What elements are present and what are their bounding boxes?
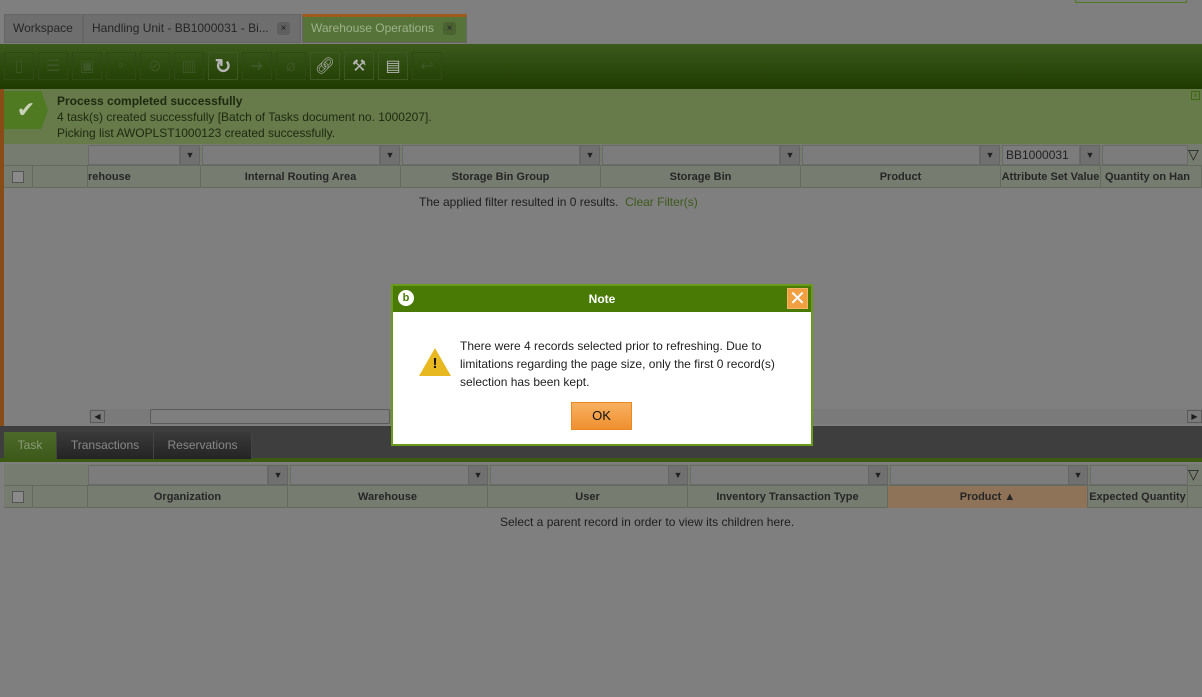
layout-icon[interactable]: ▤ <box>378 52 408 80</box>
funnel-icon[interactable]: ▽ <box>1188 146 1199 163</box>
filter-transaction-type[interactable] <box>690 465 870 485</box>
dialog-message: There were 4 records selected prior to r… <box>460 339 775 389</box>
tab-task[interactable]: Task <box>4 432 57 459</box>
attachment-icon[interactable]: ⌀ <box>276 52 306 80</box>
column-header[interactable]: Attribute Set Value <box>1001 166 1101 188</box>
tab-workspace[interactable]: Workspace <box>4 14 83 43</box>
column-header[interactable]: Storage Bin <box>601 166 801 188</box>
chevron-down-icon[interactable]: ▼ <box>780 145 800 165</box>
column-header[interactable]: Warehouse <box>288 486 488 508</box>
filter-product[interactable] <box>802 145 980 165</box>
filter-row: ▼ ▼ ▼ ▼ ▼ ▽ <box>4 464 1202 486</box>
chevron-down-icon[interactable]: ▼ <box>868 465 888 485</box>
funnel-icon[interactable]: ▽ <box>1188 466 1199 483</box>
chevron-down-icon[interactable]: ▼ <box>180 145 200 165</box>
filter-storage-bin[interactable] <box>602 145 780 165</box>
new-row-icon[interactable]: ☰ <box>38 52 68 80</box>
column-header[interactable]: Quantity on Han <box>1101 166 1202 188</box>
refresh-icon[interactable]: ↻ <box>208 52 238 80</box>
chevron-down-icon[interactable]: ▼ <box>468 465 488 485</box>
chevron-down-icon[interactable]: ▼ <box>1068 465 1088 485</box>
filter-storage-bin-group[interactable] <box>402 145 580 165</box>
toolbar: ▯ ☰ ▣ ▫ ⊘ ▥ ↻ ➜ ⌀ 🔗︎ ⚒ ▤ ↩ <box>0 44 1202 89</box>
tab-warehouse-operations[interactable]: Warehouse Operations × <box>302 14 467 43</box>
tab-label: Workspace <box>13 21 73 35</box>
filter-warehouse[interactable] <box>88 145 180 165</box>
close-dialog-button[interactable]: ✕ <box>787 288 808 309</box>
filter-attribute-set-value[interactable]: BB1000031 <box>1002 145 1080 165</box>
header-row: rehouse Internal Routing Area Storage Bi… <box>4 166 1202 188</box>
close-icon[interactable]: × <box>277 22 290 35</box>
column-header[interactable]: User <box>488 486 688 508</box>
header-spacer <box>33 166 88 188</box>
tab-label: Handling Unit - BB1000031 - Bi... <box>92 21 269 35</box>
message-line: Picking list AWOPLST1000123 created succ… <box>57 126 336 140</box>
scroll-left-icon[interactable]: ◀ <box>90 410 105 423</box>
scroll-thumb[interactable] <box>150 409 390 424</box>
column-header[interactable]: Product <box>801 166 1001 188</box>
export-icon[interactable]: ➜ <box>242 52 272 80</box>
filter-quantity[interactable] <box>1102 145 1188 165</box>
tab-handling-unit[interactable]: Handling Unit - BB1000031 - Bi... × <box>83 14 301 43</box>
empty-children-text: Select a parent record in order to view … <box>500 515 795 529</box>
note-dialog: b Note ✕ ! There were 4 records selected… <box>391 284 813 446</box>
select-all-checkbox[interactable] <box>12 171 24 183</box>
tools-icon[interactable]: ⚒ <box>344 52 374 80</box>
clear-filter-link[interactable]: Clear Filter(s) <box>625 195 698 209</box>
filter-warehouse[interactable] <box>290 465 470 485</box>
chevron-down-icon[interactable]: ▼ <box>1080 145 1100 165</box>
filter-row: ▼ ▼ ▼ ▼ ▼ BB1000031 ▼ ▽ <box>4 144 1202 166</box>
message-line: 4 task(s) created successfully [Batch of… <box>57 110 432 124</box>
column-header[interactable]: Inventory Transaction Type <box>688 486 888 508</box>
filter-internal-routing-area[interactable] <box>202 145 380 165</box>
empty-result: The applied filter resulted in 0 results… <box>419 195 698 209</box>
cancel-icon[interactable]: ⊘ <box>140 52 170 80</box>
column-header[interactable]: Internal Routing Area <box>201 166 401 188</box>
new-document-icon[interactable]: ▯ <box>4 52 34 80</box>
column-header[interactable]: Storage Bin Group <box>401 166 601 188</box>
ok-button[interactable]: OK <box>571 402 632 430</box>
check-icon: ✔ <box>4 91 48 129</box>
trash-icon[interactable]: ▥ <box>174 52 204 80</box>
chevron-down-icon[interactable]: ▼ <box>668 465 688 485</box>
message-title: Process completed successfully <box>57 94 243 108</box>
chevron-down-icon[interactable]: ▼ <box>580 145 600 165</box>
header-row: Organization Warehouse User Inventory Tr… <box>4 486 1202 508</box>
filter-expected-quantity[interactable] <box>1090 465 1188 485</box>
filter-product[interactable] <box>890 465 1070 485</box>
filter-user[interactable] <box>490 465 670 485</box>
column-header[interactable]: Expected Quantity <box>1088 486 1188 508</box>
tab-reservations[interactable]: Reservations <box>154 432 252 459</box>
scroll-right-icon[interactable]: ▶ <box>1187 410 1202 423</box>
header-spacer <box>33 486 88 508</box>
filter-organization[interactable] <box>88 465 268 485</box>
select-all-checkbox[interactable] <box>12 491 24 503</box>
tab-label: Warehouse Operations <box>311 21 434 35</box>
column-header-sorted[interactable]: Product ▲ <box>888 486 1088 508</box>
success-message: ✔ Process completed successfully 4 task(… <box>0 89 1202 144</box>
undo-icon[interactable]: ↩ <box>412 52 442 80</box>
dialog-title: Note <box>588 292 616 306</box>
link-icon[interactable]: 🔗︎ <box>310 52 340 80</box>
warning-icon: ! <box>419 348 451 376</box>
top-right-control[interactable] <box>1075 0 1187 3</box>
close-icon[interactable]: × <box>443 22 456 35</box>
chevron-down-icon[interactable]: ▼ <box>380 145 400 165</box>
delete-row-icon[interactable]: ▫ <box>106 52 136 80</box>
dialog-header: b Note ✕ <box>393 286 811 312</box>
close-message-icon[interactable]: × <box>1191 91 1200 100</box>
column-header[interactable]: Organization <box>88 486 288 508</box>
save-icon[interactable]: ▣ <box>72 52 102 80</box>
empty-text: The applied filter resulted in 0 results… <box>419 195 619 209</box>
tab-transactions[interactable]: Transactions <box>57 432 154 459</box>
chevron-down-icon[interactable]: ▼ <box>980 145 1000 165</box>
column-header[interactable]: rehouse <box>88 166 201 188</box>
select-all-cell <box>4 486 33 508</box>
chevron-down-icon[interactable]: ▼ <box>268 465 288 485</box>
select-all-cell <box>4 166 33 188</box>
